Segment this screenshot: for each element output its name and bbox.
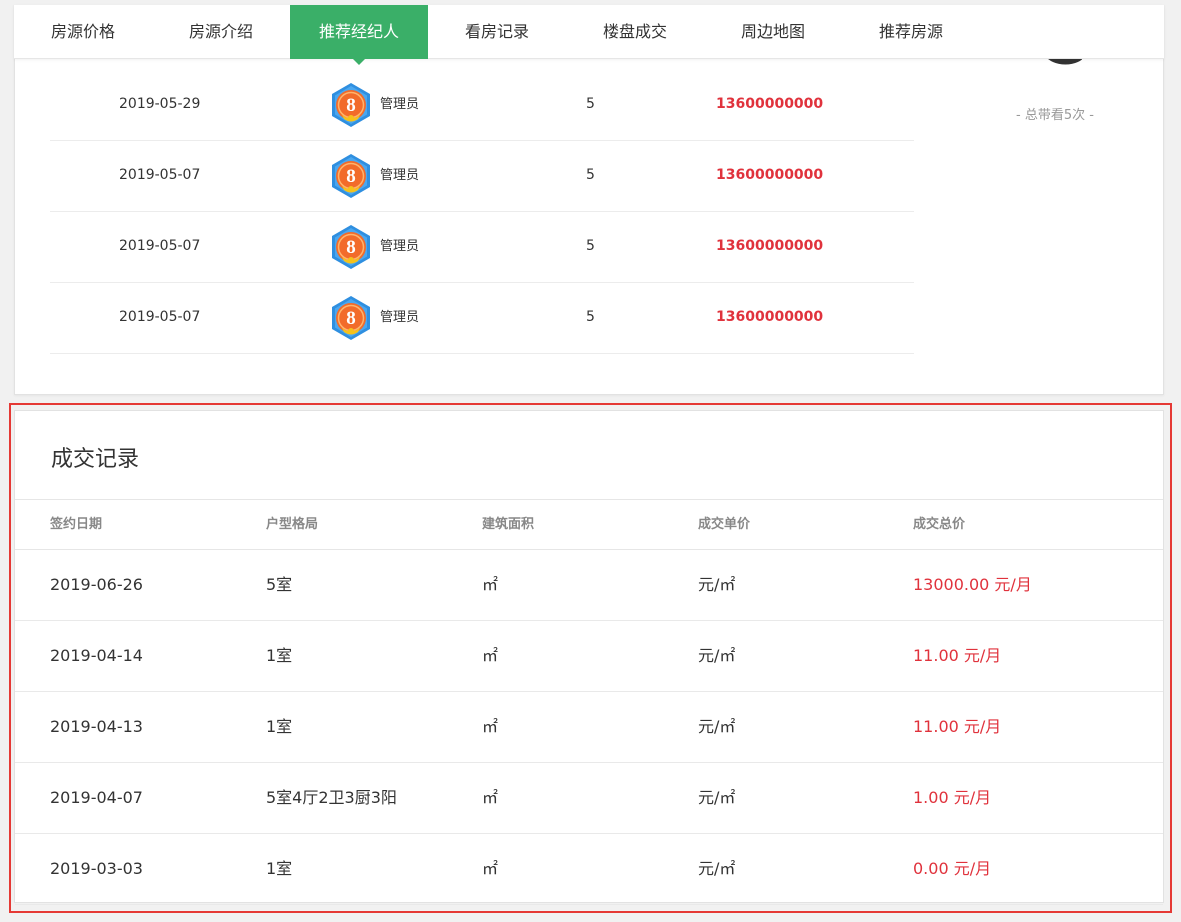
- tab-nearby-map[interactable]: 周边地图: [704, 5, 842, 59]
- total-price: 11.00 元/月: [913, 646, 1002, 665]
- viewing-row: 2019-05-07 8 管理员 5 13600000000: [50, 211, 914, 283]
- agent-name[interactable]: 管理员: [380, 211, 419, 282]
- layout: 5室4厅2卫3厨3阳: [266, 788, 397, 807]
- layout: 1室: [266, 859, 293, 878]
- sign-date: 2019-06-26: [50, 575, 143, 594]
- area: ㎡: [482, 646, 499, 665]
- unit-price: 元/㎡: [698, 859, 736, 878]
- table-row: 2019-04-07 5室4厅2卫3厨3阳 ㎡ 元/㎡ 1.00 元/月: [15, 763, 1163, 834]
- viewing-row: 2019-05-07 8 管理员 5 13600000000: [50, 140, 914, 212]
- table-row: 2019-03-03 1室 ㎡ 元/㎡ 0.00 元/月: [15, 834, 1163, 905]
- tab-recommended-listings[interactable]: 推荐房源: [842, 5, 980, 59]
- layout: 5室: [266, 575, 293, 594]
- tab-recommended-agent[interactable]: 推荐经纪人: [290, 5, 428, 65]
- agent-level-badge-icon: 8: [328, 153, 374, 199]
- table-row: 2019-06-26 5室 ㎡ 元/㎡ 13000.00 元/月: [15, 550, 1163, 621]
- tab-bar: 房源价格 房源介绍 推荐经纪人 看房记录 楼盘成交 周边地图 推荐房源: [14, 5, 1164, 65]
- viewing-row: 2019-05-29 8 管理员 5 13600000000: [50, 69, 914, 141]
- badge-level-text: 8: [346, 95, 356, 116]
- agent-phone[interactable]: 13600000000: [716, 282, 823, 353]
- layout: 1室: [266, 646, 293, 665]
- agent-name[interactable]: 管理员: [380, 140, 419, 211]
- area: ㎡: [482, 717, 499, 736]
- agent-level-badge-icon: 8: [328, 82, 374, 128]
- total-price: 13000.00 元/月: [913, 575, 1032, 594]
- unit-price: 元/㎡: [698, 717, 736, 736]
- sign-date: 2019-03-03: [50, 859, 143, 878]
- total-viewings-text: - 总带看5次 -: [1016, 108, 1094, 123]
- area: ㎡: [482, 788, 499, 807]
- viewing-date: 2019-05-07: [119, 167, 201, 183]
- tab-viewing-records[interactable]: 看房记录: [428, 5, 566, 59]
- unit-price: 元/㎡: [698, 788, 736, 807]
- table-row: 2019-04-13 1室 ㎡ 元/㎡ 11.00 元/月: [15, 692, 1163, 763]
- sign-date: 2019-04-14: [50, 646, 143, 665]
- tab-house-price[interactable]: 房源价格: [14, 5, 152, 59]
- agent-name[interactable]: 管理员: [380, 282, 419, 353]
- agent-phone[interactable]: 13600000000: [716, 211, 823, 282]
- tab-house-intro[interactable]: 房源介绍: [152, 5, 290, 59]
- viewing-count: 5: [586, 238, 595, 254]
- total-price: 1.00 元/月: [913, 788, 992, 807]
- unit-price: 元/㎡: [698, 575, 736, 594]
- table-row: 2019-04-14 1室 ㎡ 元/㎡ 11.00 元/月: [15, 621, 1163, 692]
- viewing-count: 5: [586, 309, 595, 325]
- header-area: 建筑面积: [482, 517, 535, 532]
- header-unit-price: 成交单价: [698, 517, 751, 532]
- header-layout: 户型格局: [266, 517, 319, 532]
- badge-level-text: 8: [346, 166, 356, 187]
- sign-date: 2019-04-13: [50, 717, 143, 736]
- viewing-date: 2019-05-29: [119, 96, 201, 112]
- section-title: 成交记录: [51, 447, 140, 472]
- header-total-price: 成交总价: [913, 517, 966, 532]
- layout: 1室: [266, 717, 293, 736]
- viewing-count: 5: [586, 167, 595, 183]
- tab-building-deals[interactable]: 楼盘成交: [566, 5, 704, 59]
- viewing-date: 2019-05-07: [119, 238, 201, 254]
- table-header: 签约日期 户型格局 建筑面积 成交单价 成交总价: [15, 500, 1163, 550]
- agent-phone[interactable]: 13600000000: [716, 140, 823, 211]
- viewing-count: 5: [586, 96, 595, 112]
- badge-level-text: 8: [346, 308, 356, 329]
- viewing-row: 2019-05-07 8 管理员 5 13600000000: [50, 282, 914, 354]
- unit-price: 元/㎡: [698, 646, 736, 665]
- agent-level-badge-icon: 8: [328, 295, 374, 341]
- sign-date: 2019-04-07: [50, 788, 143, 807]
- agent-level-badge-icon: 8: [328, 224, 374, 270]
- transaction-records-card: 成交记录 签约日期 户型格局 建筑面积 成交单价 成交总价 2019-06-26…: [14, 410, 1164, 905]
- header-sign-date: 签约日期: [50, 517, 103, 532]
- area: ㎡: [482, 859, 499, 878]
- agent-phone[interactable]: 13600000000: [716, 69, 823, 140]
- badge-level-text: 8: [346, 237, 356, 258]
- agent-name[interactable]: 管理员: [380, 69, 419, 140]
- total-price: 11.00 元/月: [913, 717, 1002, 736]
- viewing-date: 2019-05-07: [119, 309, 201, 325]
- area: ㎡: [482, 575, 499, 594]
- total-price: 0.00 元/月: [913, 859, 992, 878]
